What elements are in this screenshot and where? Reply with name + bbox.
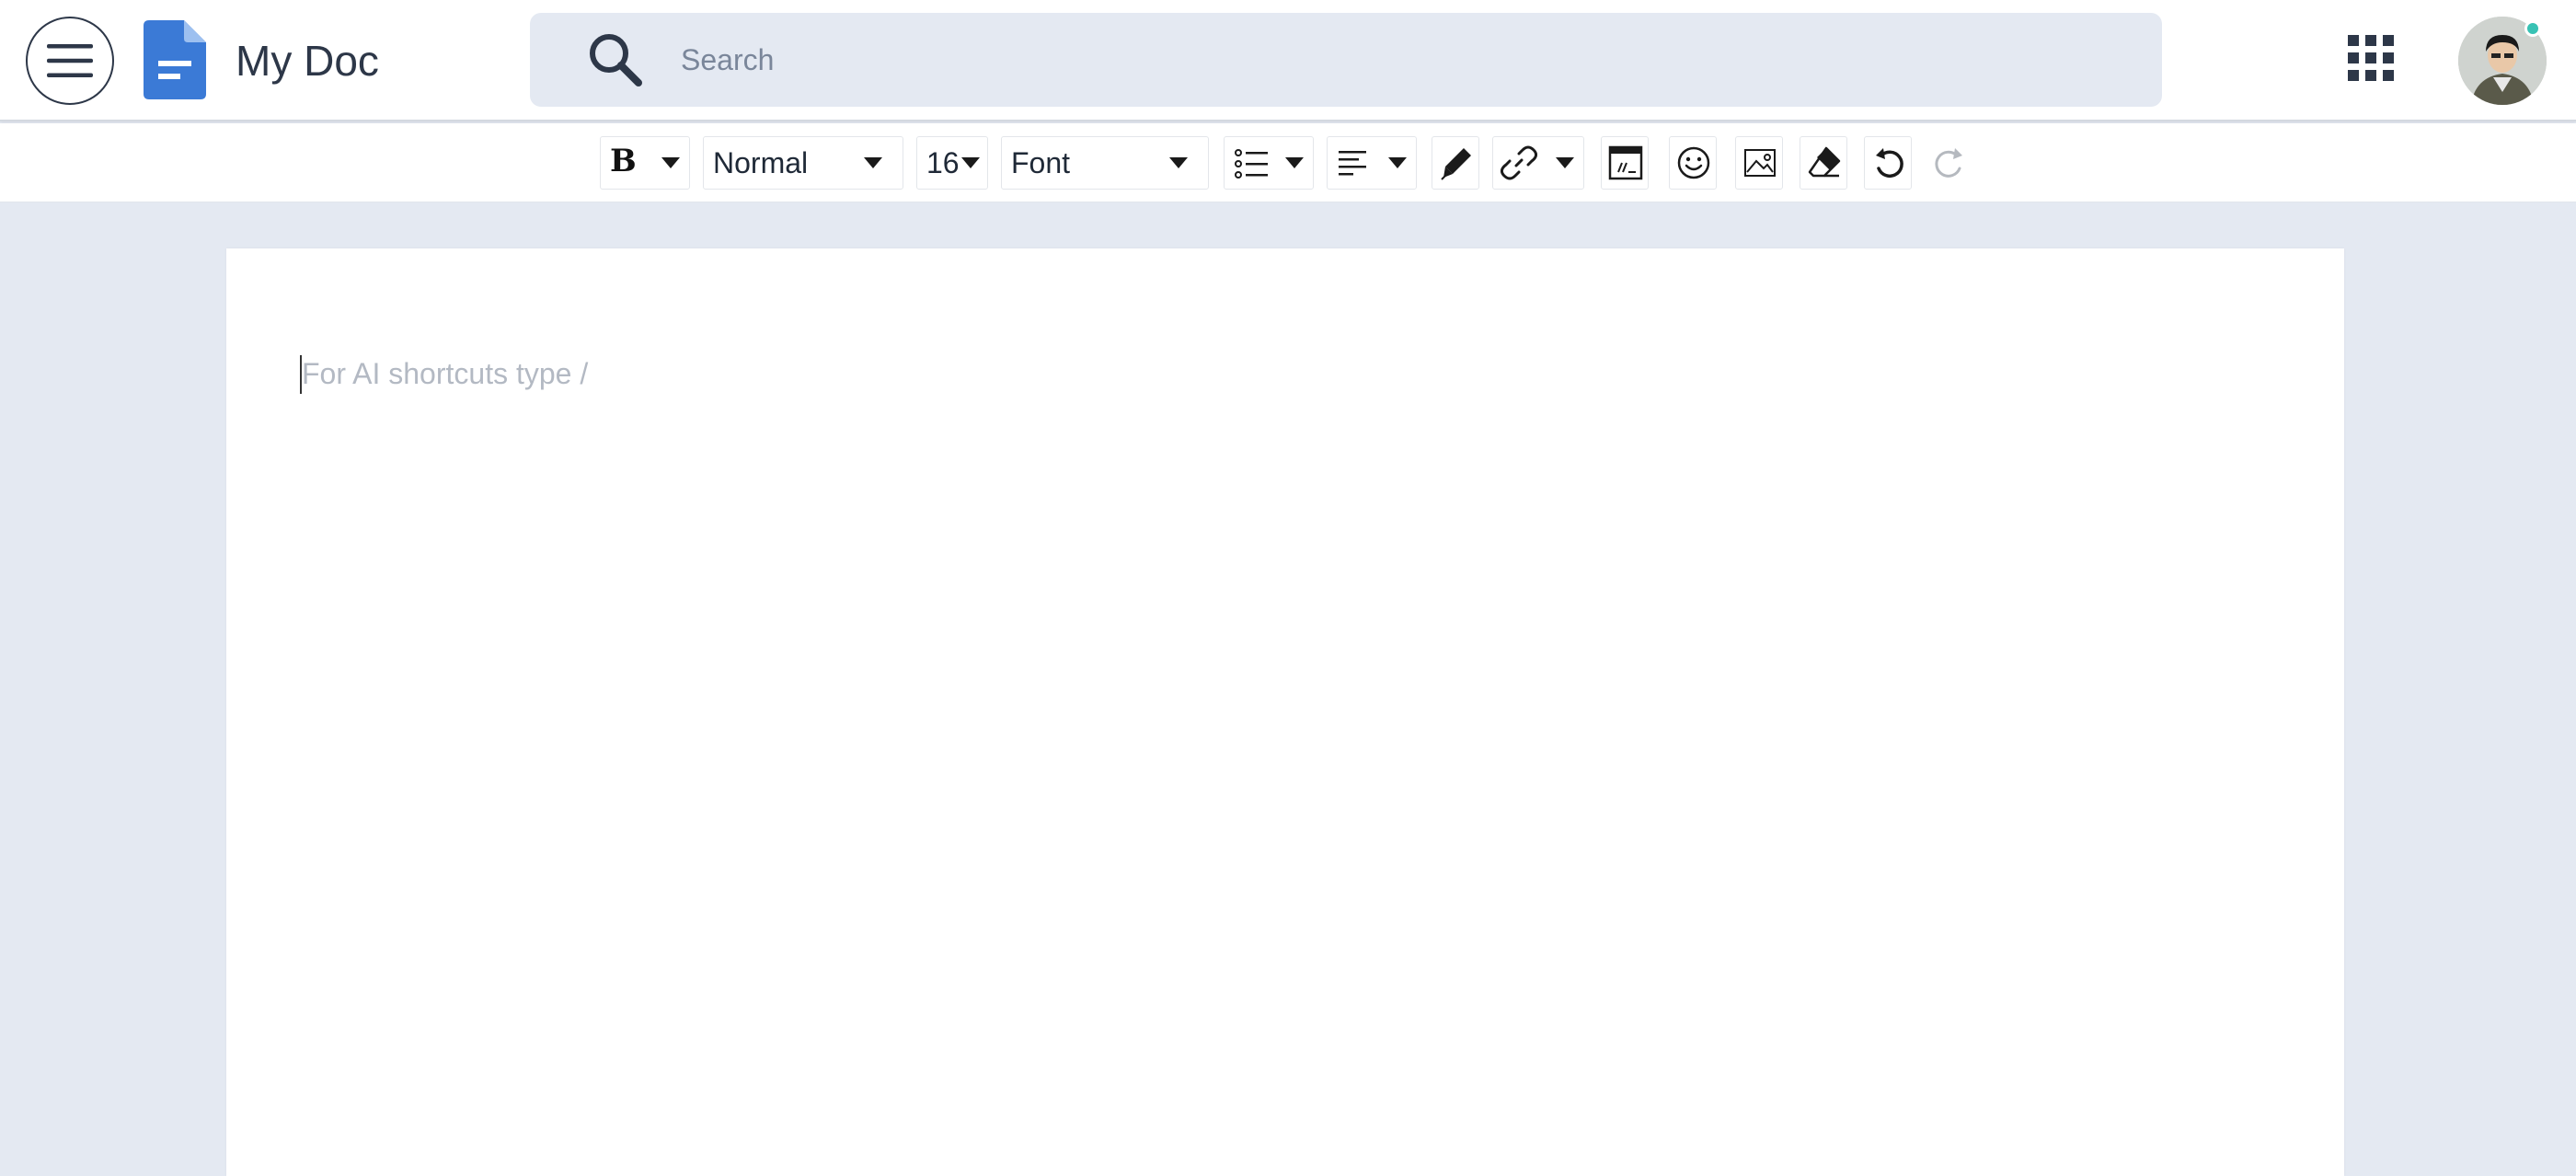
insert-image-button[interactable] — [1735, 136, 1783, 190]
eraser-icon — [1808, 146, 1841, 178]
image-icon — [1744, 149, 1776, 177]
clear-formatting-button[interactable] — [1800, 136, 1847, 190]
align-left-icon — [1339, 151, 1366, 176]
apps-grid-dot — [2383, 52, 2394, 63]
font-family-dropdown[interactable]: Font — [1001, 136, 1209, 190]
chevron-down-icon — [864, 157, 882, 168]
search-bar — [530, 13, 2162, 107]
chevron-down-icon — [661, 157, 680, 168]
editor-placeholder: For AI shortcuts type / — [302, 357, 589, 390]
hamburger-menu-icon — [47, 44, 93, 77]
font-size-value: 16 — [926, 145, 960, 179]
pen-icon — [1441, 148, 1471, 180]
apps-grid-button[interactable] — [2348, 35, 2394, 81]
font-size-dropdown[interactable]: 16 — [916, 136, 988, 190]
text-style-dropdown[interactable]: B — [600, 136, 690, 190]
online-status-indicator — [2524, 20, 2541, 37]
list-dropdown[interactable] — [1224, 136, 1314, 190]
apps-grid-dot — [2365, 52, 2376, 63]
bulleted-list-icon — [1235, 149, 1268, 179]
search-icon[interactable] — [587, 31, 644, 88]
bold-icon: B — [610, 143, 637, 179]
link-icon — [1501, 145, 1537, 180]
chevron-down-icon — [1556, 157, 1574, 168]
redo-icon — [1935, 148, 1962, 178]
search-input[interactable] — [681, 13, 2116, 107]
redo-button[interactable] — [1926, 136, 1971, 190]
undo-icon — [1876, 148, 1903, 178]
emoji-button[interactable] — [1669, 136, 1717, 190]
apps-grid-dot — [2383, 70, 2394, 81]
chevron-down-icon — [961, 157, 980, 168]
text-color-button[interactable] — [1432, 136, 1479, 190]
chevron-down-icon — [1388, 157, 1407, 168]
apps-grid-dot — [2383, 35, 2394, 46]
apps-grid-dot — [2365, 70, 2376, 81]
apps-grid-dot — [2348, 52, 2359, 63]
formatting-toolbar: B Normal 16 Font — [0, 123, 2576, 202]
chevron-down-icon — [1285, 157, 1304, 168]
main-menu-button[interactable] — [26, 17, 114, 105]
apps-grid-dot — [2348, 70, 2359, 81]
top-app-bar: My Doc — [0, 0, 2576, 121]
apps-grid-icon — [2348, 35, 2359, 46]
block-type-value: Normal — [713, 145, 809, 179]
undo-button[interactable] — [1864, 136, 1912, 190]
code-block-button[interactable] — [1601, 136, 1649, 190]
link-dropdown[interactable] — [1492, 136, 1584, 190]
document-title[interactable]: My Doc — [236, 33, 379, 88]
document-logo-icon — [144, 20, 206, 99]
block-type-dropdown[interactable]: Normal — [703, 136, 903, 190]
chevron-down-icon — [1169, 157, 1188, 168]
document-page[interactable]: For AI shortcuts type / — [226, 248, 2344, 1176]
font-family-value: Font — [1011, 145, 1071, 179]
code-block-icon — [1608, 145, 1643, 180]
apps-grid-dot — [2365, 35, 2376, 46]
align-dropdown[interactable] — [1327, 136, 1417, 190]
emoji-icon — [1677, 146, 1710, 179]
